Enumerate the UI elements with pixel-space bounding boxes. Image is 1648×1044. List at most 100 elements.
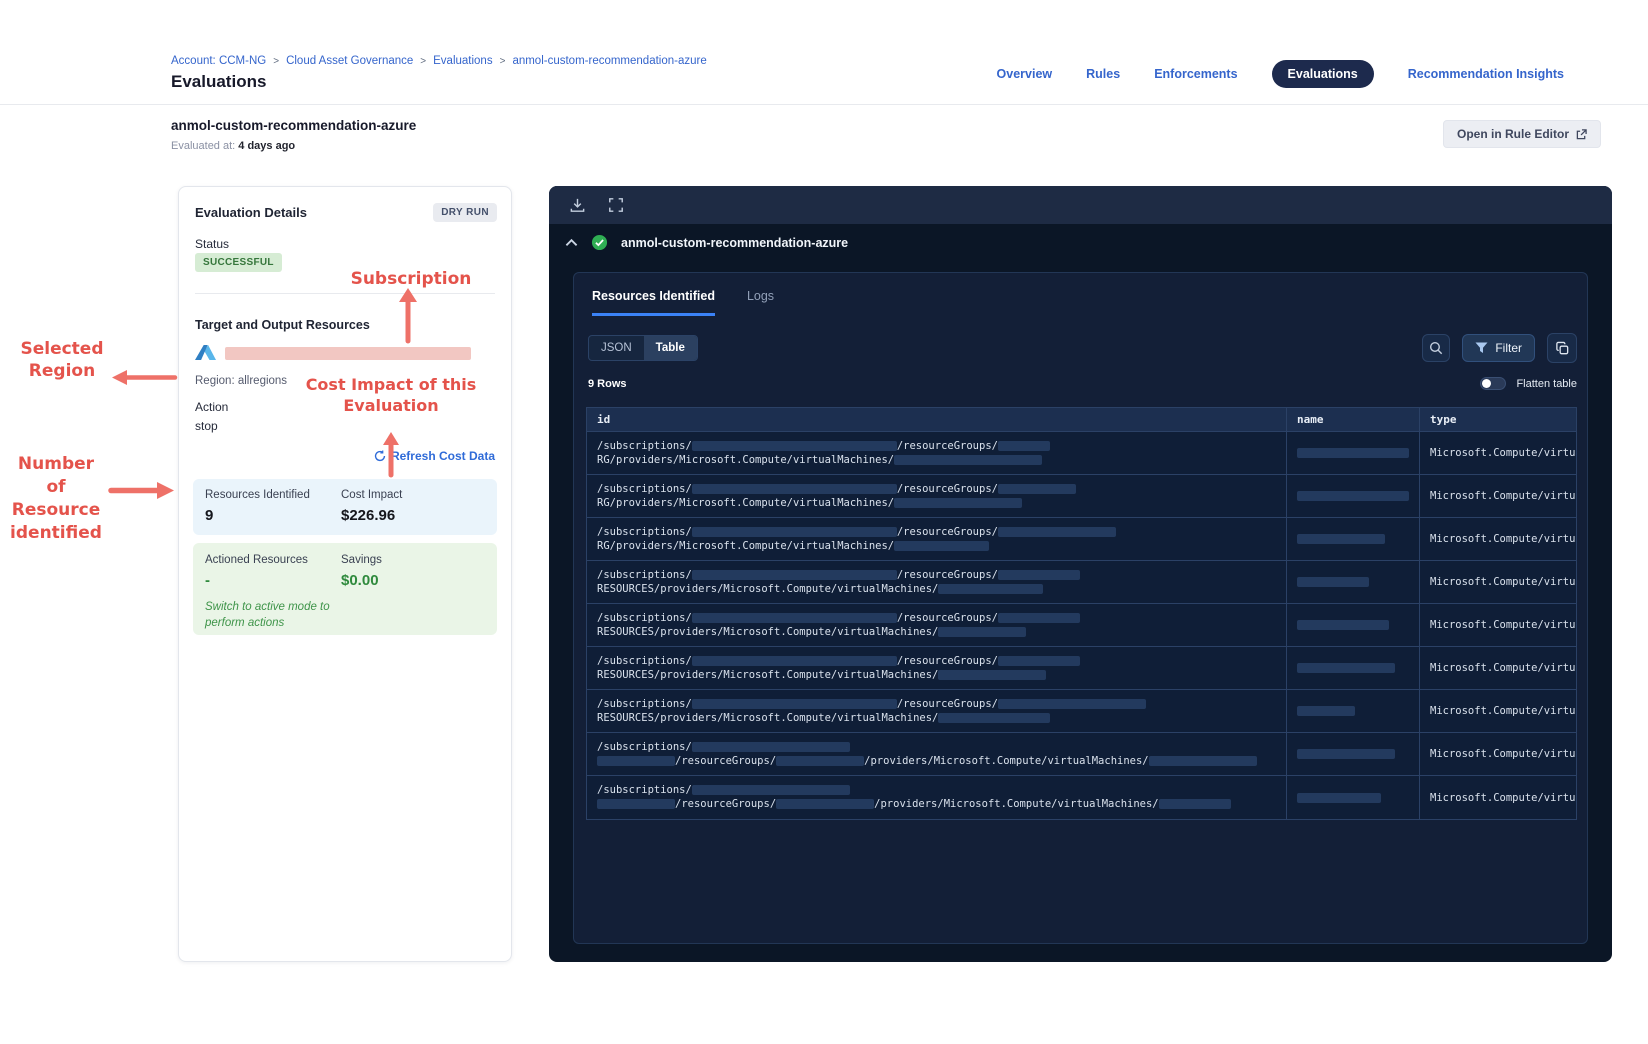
breadcrumb-separator: > [420,55,427,67]
search-icon [1430,341,1443,355]
results-tab-resources-identified[interactable]: Resources Identified [592,289,715,316]
breadcrumb-item-evaluations[interactable]: Evaluations [433,55,492,67]
id-cell: /subscriptions/ /resourceGroups/RG/provid… [587,518,1287,560]
id-cell: /subscriptions/ /resourceGroups/ /provider… [587,733,1287,775]
resources-identified-value: 9 [205,507,214,524]
id-text: /resourceGroups/ [896,569,998,581]
redacted-bar [691,484,897,494]
type-cell: Microsoft.Compute/virtu [1430,533,1576,545]
name-cell [1287,776,1420,819]
action-value: stop [195,419,218,433]
type-cell: Microsoft.Compute/virtu [1430,619,1576,631]
redacted-bar [691,699,897,709]
redacted-bar [1297,491,1409,501]
redacted-bar [597,756,675,766]
id-text: /subscriptions/ [597,698,692,710]
table-row[interactable]: /subscriptions/ /resourceGroups/ /provider… [587,776,1576,819]
id-text: RG/providers/Microsoft.Compute/virtualMa… [597,540,895,552]
id-text: RESOURCES/providers/Microsoft.Compute/vi… [597,669,939,681]
tab-enforcements[interactable]: Enforcements [1154,67,1237,81]
id-text: /subscriptions/ [597,483,692,495]
filter-icon [1475,342,1488,353]
id-text: /resourceGroups/ [896,483,998,495]
results-tabs: Resources Identified Logs [592,289,774,316]
evaluated-at-value: 4 days ago [238,140,296,152]
column-header-id[interactable]: id [587,408,1287,431]
copy-button[interactable] [1547,333,1577,363]
table-row[interactable]: /subscriptions/ /resourceGroups/ /provider… [587,733,1576,776]
name-cell [1287,475,1420,517]
id-cell: /subscriptions/ /resourceGroups/RESOURCES… [587,561,1287,603]
redacted-bar [1297,792,1381,803]
evaluation-result-header[interactable]: anmol-custom-recommendation-azure [565,234,848,251]
redacted-bar [1297,448,1409,458]
column-header-name[interactable]: name [1287,408,1420,431]
redacted-bar [1297,749,1395,759]
id-text: /resourceGroups/ [896,612,998,624]
tab-evaluations[interactable]: Evaluations [1271,60,1374,88]
target-resources-label: Target and Output Resources [195,318,370,332]
id-text: /resourceGroups/ [675,798,777,810]
nav-tabs: Overview Rules Enforcements Evaluations Reco… [997,58,1564,90]
header-divider [0,104,1648,105]
table-row[interactable]: /subscriptions/ /resourceGroups/RESOURCES… [587,690,1576,733]
breadcrumb-item-anmol-custom-recommendation-azure[interactable]: anmol-custom-recommendation-azure [512,55,706,67]
breadcrumb-separator: > [499,55,506,67]
redacted-bar [691,441,897,451]
resource-count-arrow [108,482,174,499]
subscription-redacted-bar [225,346,471,360]
dry-run-badge: DRY RUN [433,203,497,222]
external-link-icon [1576,128,1587,139]
tab-rules[interactable]: Rules [1086,67,1120,81]
id-text: RESOURCES/providers/Microsoft.Compute/vi… [597,626,939,638]
name-cell [1287,690,1420,732]
card-divider [195,293,495,294]
tab-recommendation-insights[interactable]: Recommendation Insights [1408,67,1564,81]
redacted-bar [997,527,1116,537]
redacted-bar [691,785,850,795]
active-mode-note: Switch to active mode to perform actions [205,601,330,629]
table-row[interactable]: /subscriptions/ /resourceGroups/RESOURCES… [587,647,1576,690]
fullscreen-icon[interactable] [608,197,624,213]
evaluation-details-card: Evaluation Details DRY RUN Status SUCCES… [178,186,512,962]
toggle-knob [1482,379,1492,388]
rows-count: 9 Rows [588,377,627,390]
type-cell: Microsoft.Compute/virtu [1430,662,1576,674]
view-toggle-table[interactable]: Table [643,336,697,360]
identified-stats-box: Resources Identified 9 Cost Impact $226.… [193,479,497,535]
breadcrumb-item-account-ccm-ng[interactable]: Account: CCM-NG [171,55,266,67]
evaluated-at: Evaluated at: 4 days ago [171,140,295,152]
redacted-bar [691,742,850,752]
flatten-table-toggle[interactable] [1480,377,1507,390]
download-icon[interactable] [569,197,586,214]
status-badge: SUCCESSFUL [195,253,282,272]
open-rule-editor-button[interactable]: Open in Rule Editor [1443,120,1602,148]
table-row[interactable]: /subscriptions/ /resourceGroups/RESOURCES… [587,561,1576,604]
redacted-bar [997,441,1050,451]
redacted-bar [776,799,875,809]
results-tab-logs[interactable]: Logs [747,289,774,316]
column-header-type[interactable]: type [1420,408,1578,431]
table-row[interactable]: /subscriptions/ /resourceGroups/RG/provid… [587,475,1576,518]
redacted-bar [997,699,1146,709]
filter-label: Filter [1495,341,1522,355]
table-row[interactable]: /subscriptions/ /resourceGroups/RESOURCES… [587,604,1576,647]
view-toggle-json[interactable]: JSON [589,336,644,360]
tab-overview[interactable]: Overview [997,67,1053,81]
redacted-bar [1297,577,1369,587]
refresh-cost-data-label: Refresh Cost Data [390,449,495,463]
table-row[interactable]: /subscriptions/ /resourceGroups/RG/provid… [587,432,1576,475]
search-button[interactable] [1422,334,1451,362]
redacted-bar [894,498,1023,508]
name-cell [1287,604,1420,646]
id-cell: /subscriptions/ /resourceGroups/RESOURCES… [587,690,1287,732]
actioned-resources-label: Actioned Resources [205,554,308,566]
resources-identified-label: Resources Identified [205,489,310,501]
table-row[interactable]: /subscriptions/ /resourceGroups/RG/provid… [587,518,1576,561]
breadcrumb-item-cloud-asset-governance[interactable]: Cloud Asset Governance [286,55,413,67]
chevron-up-icon[interactable] [565,238,578,247]
region-text: Region: allregions [195,375,288,387]
id-text: /subscriptions/ [597,612,692,624]
filter-button[interactable]: Filter [1462,334,1535,362]
name-cell [1287,561,1420,603]
